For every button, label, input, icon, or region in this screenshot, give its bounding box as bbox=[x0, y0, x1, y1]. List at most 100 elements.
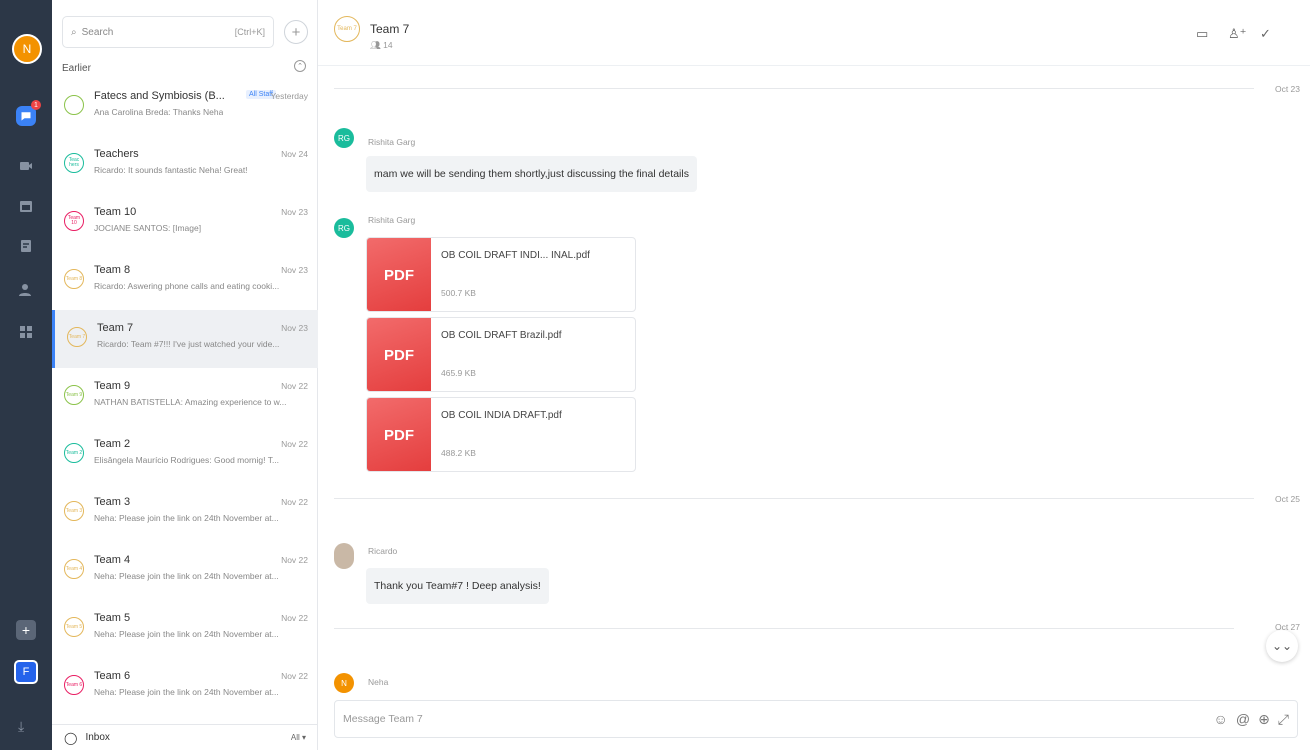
sender-name: Rishita Garg bbox=[368, 137, 416, 147]
conversation-name: Team 3 bbox=[94, 496, 131, 508]
member-count[interactable]: 👥︎ 14 bbox=[370, 40, 393, 51]
apps-grid-icon[interactable] bbox=[0, 314, 52, 350]
conversation-date: Nov 22 bbox=[281, 555, 308, 565]
sender-name: Ricardo bbox=[368, 546, 398, 556]
pdf-icon: PDF bbox=[367, 398, 431, 471]
conversation-name: Team 5 bbox=[94, 612, 131, 624]
group-avatar: Team 4 bbox=[64, 559, 84, 579]
conversation-preview: Ricardo: Aswering phone calls and eating… bbox=[94, 281, 280, 291]
app-window: N 1 + F ⤓ ⌕ Search [Ctrl+K] + Earlier ⌃ … bbox=[0, 0, 1310, 750]
chat-panel: Team 7 Team 7 👥︎ 14 ▭ ♙⁺ ✓ Oct 23 RG Ris… bbox=[318, 0, 1310, 750]
conversation-name: Team 8 bbox=[94, 264, 131, 276]
conversation-date: Nov 22 bbox=[281, 381, 308, 391]
attach-plus-icon[interactable]: ⊕ bbox=[1258, 711, 1270, 728]
new-chat-button[interactable]: + bbox=[284, 20, 308, 44]
message-bubble[interactable]: Thank you Team#7 ! Deep analysis! bbox=[366, 568, 549, 604]
conversation-date: Nov 22 bbox=[281, 439, 308, 449]
add-member-icon[interactable]: ♙⁺ bbox=[1228, 26, 1247, 42]
conversation-date: Nov 22 bbox=[281, 671, 308, 681]
search-box[interactable]: ⌕ Search [Ctrl+K] bbox=[62, 16, 274, 48]
group-avatar: Team 7 bbox=[67, 327, 87, 347]
conversation-date: Yesterday bbox=[270, 91, 309, 101]
conversation-item[interactable]: Team 5 Team 5 Nov 22 Neha: Please join the … bbox=[52, 600, 318, 658]
conversation-preview: Ricardo: Team #7!!! I've just watched yo… bbox=[97, 339, 280, 349]
conversation-preview: Ricardo: It sounds fantastic Neha! Great… bbox=[94, 165, 248, 175]
conversation-item[interactable]: Team 9 Team 9 Nov 22 NATHAN BATISTELLA: Ama… bbox=[52, 368, 318, 426]
emoji-icon[interactable]: ☺ bbox=[1214, 711, 1228, 727]
file-name: OB COIL DRAFT INDI... INAL.pdf bbox=[441, 250, 590, 261]
sender-name: Neha bbox=[368, 677, 389, 687]
group-avatar: Team 10 bbox=[64, 211, 84, 231]
conversation-item[interactable]: Fatecs and Symbiosis (B... All Staff Yeste… bbox=[52, 78, 318, 136]
sender-avatar-photo[interactable] bbox=[334, 543, 354, 569]
search-icon: ⌕ bbox=[71, 26, 77, 38]
calendar-icon[interactable] bbox=[0, 188, 52, 224]
video-call-icon[interactable]: ▭ bbox=[1196, 26, 1208, 42]
video-meeting-icon[interactable] bbox=[0, 148, 52, 184]
conversation-item[interactable]: Team 7 Team 7 Nov 23 Ricardo: Team #7!!! I'… bbox=[52, 310, 318, 368]
group-avatar: Team 6 bbox=[64, 675, 84, 695]
file-size: 500.7 KB bbox=[441, 288, 476, 298]
sender-avatar[interactable]: N bbox=[334, 673, 354, 693]
conversation-preview: Neha: Please join the link on 24th Novem… bbox=[94, 629, 279, 639]
conversation-preview: NATHAN BATISTELLA: Amazing experience to… bbox=[94, 397, 287, 407]
section-label-earlier: Earlier bbox=[62, 63, 91, 74]
conversation-item[interactable]: Team 10 Team 10 Nov 23 JOCIANE SANTOS: [Ima… bbox=[52, 194, 318, 252]
file-size: 465.9 KB bbox=[441, 368, 476, 378]
unread-badge: 1 bbox=[31, 100, 41, 110]
conversation-date: Nov 24 bbox=[281, 149, 308, 159]
file-size: 488.2 KB bbox=[441, 448, 476, 458]
check-icon[interactable]: ✓ bbox=[1260, 26, 1271, 42]
message-bubble[interactable]: mam we will be sending them shortly,just… bbox=[366, 156, 697, 192]
conversation-preview: Neha: Please join the link on 24th Novem… bbox=[94, 513, 279, 523]
group-avatar[interactable]: Team 7 bbox=[334, 16, 360, 42]
sender-avatar[interactable]: RG bbox=[334, 218, 354, 238]
chat-title[interactable]: Team 7 bbox=[370, 22, 409, 36]
conversation-name: Team 7 bbox=[97, 322, 134, 334]
file-attachment[interactable]: PDF OB COIL DRAFT Brazil.pdf 465.9 KB bbox=[366, 317, 636, 392]
scroll-to-bottom-button[interactable]: ⌄⌄ bbox=[1266, 630, 1298, 662]
date-divider-line bbox=[334, 498, 1254, 499]
conversation-item[interactable]: Team 4 Team 4 Nov 22 Neha: Please join the … bbox=[52, 542, 318, 600]
file-attachment[interactable]: PDF OB COIL INDIA DRAFT.pdf 488.2 KB bbox=[366, 397, 636, 472]
conversation-name: Team 9 bbox=[94, 380, 131, 392]
file-attachment[interactable]: PDF OB COIL DRAFT INDI... INAL.pdf 500.7… bbox=[366, 237, 636, 312]
conversation-preview: JOCIANE SANTOS: [Image] bbox=[94, 223, 202, 233]
contacts-icon[interactable] bbox=[0, 272, 52, 308]
group-avatar: Teac hers bbox=[64, 153, 84, 173]
sender-avatar[interactable]: RG bbox=[334, 128, 354, 148]
message-input[interactable] bbox=[343, 713, 1206, 725]
group-avatar: Team 3 bbox=[64, 501, 84, 521]
pdf-icon: PDF bbox=[367, 238, 431, 311]
conversation-item[interactable]: Teac hers Teachers Nov 24 Ricardo: It sound… bbox=[52, 136, 318, 194]
conversation-date: Nov 22 bbox=[281, 613, 308, 623]
org-switcher-button[interactable]: F bbox=[14, 660, 38, 684]
group-avatar: Team 9 bbox=[64, 385, 84, 405]
conversation-item[interactable]: Team 6 Team 6 Nov 22 Neha: Please join the … bbox=[52, 658, 318, 716]
conversation-preview: Ana Carolina Breda: Thanks Neha bbox=[94, 107, 224, 117]
download-icon[interactable]: ⤓ bbox=[18, 718, 24, 735]
conversation-name: Team 4 bbox=[94, 554, 131, 566]
conversation-item[interactable]: Team 8 Team 8 Nov 23 Ricardo: Aswering phon… bbox=[52, 252, 318, 310]
group-avatar bbox=[64, 95, 84, 115]
conversation-date: Nov 23 bbox=[281, 265, 308, 275]
collapse-section-icon[interactable]: ⌃ bbox=[294, 60, 306, 72]
user-avatar[interactable]: N bbox=[12, 34, 42, 64]
date-divider-label: Oct 25 bbox=[1274, 494, 1300, 504]
sender-name: Rishita Garg bbox=[368, 215, 416, 225]
mention-icon[interactable]: @ bbox=[1236, 711, 1250, 727]
conversation-item[interactable]: Team 2 Team 2 Nov 22 Elisângela Maurício Ro… bbox=[52, 426, 318, 484]
conversation-date: Nov 23 bbox=[281, 323, 308, 333]
group-avatar: Team 8 bbox=[64, 269, 84, 289]
documents-icon[interactable] bbox=[0, 228, 52, 264]
inbox-bar[interactable]: ◯ Inbox All ▾ bbox=[52, 724, 318, 750]
add-org-button[interactable]: + bbox=[16, 620, 36, 640]
conversation-name: Team 10 bbox=[94, 206, 137, 218]
inbox-label: Inbox bbox=[85, 732, 110, 743]
expand-icon[interactable]: ⤢ bbox=[1278, 711, 1289, 728]
message-composer: ☺ @ ⊕ ⤢ bbox=[334, 700, 1298, 738]
conversation-name: Team 2 bbox=[94, 438, 131, 450]
file-name: OB COIL DRAFT Brazil.pdf bbox=[441, 330, 562, 341]
conversation-item[interactable]: Team 3 Team 3 Nov 22 Neha: Please join the … bbox=[52, 484, 318, 542]
inbox-filter[interactable]: All ▾ bbox=[291, 733, 306, 742]
